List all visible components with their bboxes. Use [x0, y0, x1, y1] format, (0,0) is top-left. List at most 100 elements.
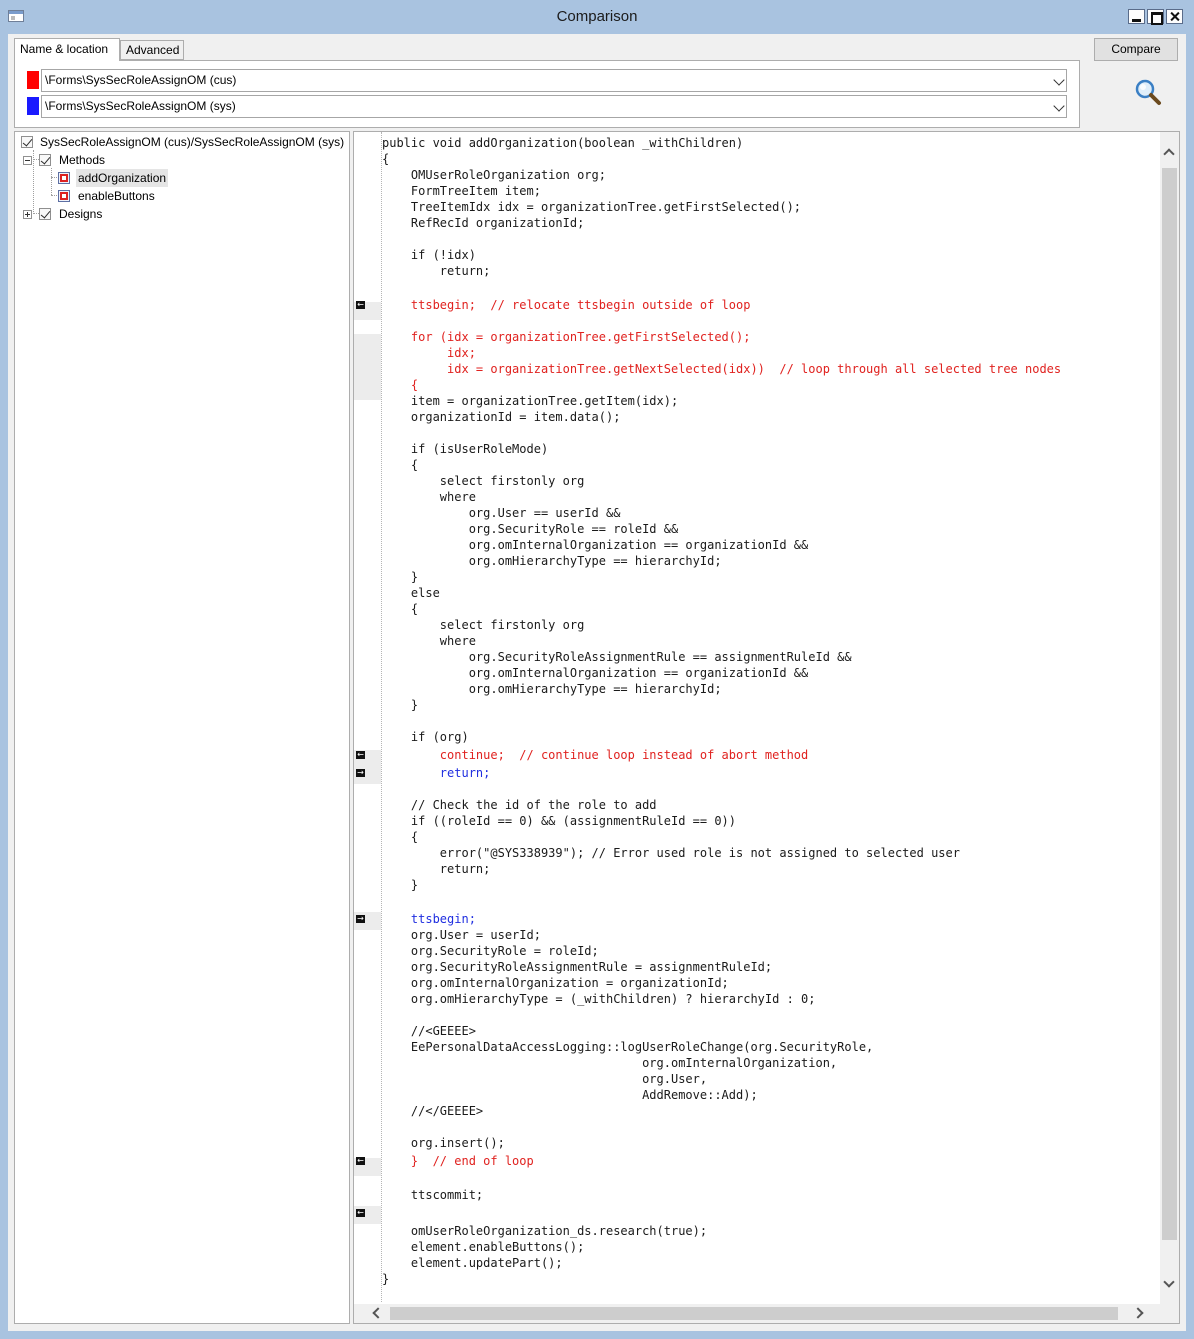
- code-line[interactable]: org.omHierarchyType == hierarchyId;: [382, 681, 722, 697]
- scroll-right-icon[interactable]: [1132, 1307, 1144, 1319]
- code-line[interactable]: {: [382, 601, 418, 617]
- code-line[interactable]: org.omInternalOrganization,: [382, 1055, 837, 1071]
- code-line[interactable]: // Check the id of the role to add: [382, 797, 657, 813]
- minimize-button[interactable]: [1128, 9, 1145, 24]
- code-line[interactable]: org.SecurityRole == roleId &&: [382, 521, 679, 537]
- compare-button[interactable]: Compare: [1094, 38, 1178, 61]
- vertical-scrollbar[interactable]: [1160, 132, 1179, 1304]
- tree-node-designs[interactable]: Designs: [15, 205, 345, 223]
- expand-designs-toggle[interactable]: [23, 210, 32, 219]
- code-line[interactable]: idx;: [382, 345, 476, 361]
- code-line[interactable]: {: [382, 457, 418, 473]
- code-line[interactable]: where: [382, 633, 476, 649]
- code-line[interactable]: ttsbegin;: [382, 911, 476, 927]
- code-line[interactable]: public void addOrganization(boolean _wit…: [382, 135, 743, 151]
- code-line[interactable]: where: [382, 489, 476, 505]
- chevron-down-icon[interactable]: [1053, 100, 1065, 112]
- code-line[interactable]: }: [382, 877, 418, 893]
- methods-checkbox[interactable]: [39, 154, 51, 166]
- horizontal-scrollbar[interactable]: [354, 1304, 1160, 1323]
- code-line[interactable]: org.omInternalOrganization == organizati…: [382, 537, 809, 553]
- tab-name-location[interactable]: Name & location: [14, 38, 120, 61]
- code-line[interactable]: TreeItemIdx idx = organizationTree.getFi…: [382, 199, 801, 215]
- code-line[interactable]: org.omInternalOrganization == organizati…: [382, 665, 809, 681]
- vertical-scroll-thumb[interactable]: [1162, 168, 1177, 1240]
- code-line[interactable]: }: [382, 569, 418, 585]
- tree-node-methods[interactable]: Methods: [15, 151, 345, 169]
- code-line[interactable]: OMUserRoleOrganization org;: [382, 167, 606, 183]
- tree-item-addorganization[interactable]: addOrganization: [15, 169, 345, 187]
- close-button[interactable]: [1166, 9, 1183, 24]
- scroll-up-icon[interactable]: [1163, 148, 1175, 160]
- code-line[interactable]: //<GEEEE>: [382, 1023, 476, 1039]
- designs-checkbox[interactable]: [39, 208, 51, 220]
- code-line[interactable]: ttscommit;: [382, 1187, 483, 1203]
- code-line[interactable]: //</GEEEE>: [382, 1103, 483, 1119]
- code-line[interactable]: return;: [382, 263, 491, 279]
- arrow-left-icon[interactable]: [356, 747, 365, 763]
- code-line[interactable]: {: [382, 377, 418, 393]
- code-line[interactable]: return;: [382, 765, 491, 781]
- code-line[interactable]: } // end of loop: [382, 1153, 534, 1169]
- code-line[interactable]: idx = organizationTree.getNextSelected(i…: [382, 361, 1061, 377]
- root-checkbox[interactable]: [21, 136, 33, 148]
- object-tree[interactable]: SysSecRoleAssignOM (cus)/SysSecRoleAssig…: [14, 131, 350, 1324]
- code-line[interactable]: org.insert();: [382, 1135, 505, 1151]
- code-line[interactable]: org.SecurityRole = roleId;: [382, 943, 599, 959]
- maximize-button[interactable]: [1147, 9, 1164, 25]
- magnifier-icon[interactable]: [1134, 78, 1162, 106]
- tree-root[interactable]: SysSecRoleAssignOM (cus)/SysSecRoleAssig…: [15, 133, 345, 151]
- title-bar[interactable]: Comparison: [0, 0, 1194, 34]
- code-line[interactable]: FormTreeItem item;: [382, 183, 541, 199]
- source-path-select-cus[interactable]: \Forms\SysSecRoleAssignOM (cus): [41, 69, 1067, 92]
- code-line[interactable]: org.User,: [382, 1071, 707, 1087]
- scroll-down-icon[interactable]: [1163, 1276, 1175, 1288]
- tab-advanced[interactable]: Advanced: [120, 40, 184, 60]
- arrow-right-icon[interactable]: [356, 911, 365, 927]
- code-line[interactable]: element.enableButtons();: [382, 1239, 584, 1255]
- code-line[interactable]: ttsbegin; // relocate ttsbegin outside o…: [382, 297, 751, 313]
- code-line[interactable]: }: [382, 697, 418, 713]
- code-compare-view[interactable]: public void addOrganization(boolean _wit…: [353, 131, 1180, 1324]
- code-line[interactable]: else: [382, 585, 440, 601]
- code-line[interactable]: continue; // continue loop instead of ab…: [382, 747, 808, 763]
- code-line[interactable]: error("@SYS338939"); // Error used role …: [382, 845, 960, 861]
- horizontal-scroll-thumb[interactable]: [390, 1307, 1118, 1320]
- code-line[interactable]: RefRecId organizationId;: [382, 215, 584, 231]
- code-line[interactable]: org.omInternalOrganization = organizatio…: [382, 975, 729, 991]
- collapse-methods-toggle[interactable]: [23, 156, 32, 165]
- code-line[interactable]: if (isUserRoleMode): [382, 441, 548, 457]
- code-line[interactable]: org.User = userId;: [382, 927, 541, 943]
- chevron-down-icon[interactable]: [1053, 74, 1065, 86]
- arrow-left-icon[interactable]: [356, 1153, 365, 1169]
- scroll-left-icon[interactable]: [372, 1307, 384, 1319]
- arrow-left-icon[interactable]: [356, 1205, 365, 1221]
- code-line[interactable]: select firstonly org: [382, 473, 585, 489]
- code-line[interactable]: org.User == userId &&: [382, 505, 621, 521]
- code-line[interactable]: {: [382, 151, 389, 167]
- code-line[interactable]: }: [382, 1271, 389, 1287]
- code-line[interactable]: org.omHierarchyType = (_withChildren) ? …: [382, 991, 816, 1007]
- code-line[interactable]: return;: [382, 861, 491, 877]
- code-line[interactable]: org.SecurityRoleAssignmentRule == assign…: [382, 649, 852, 665]
- tree-item-enablebuttons[interactable]: enableButtons: [15, 187, 345, 205]
- code-line[interactable]: EePersonalDataAccessLogging::logUserRole…: [382, 1039, 873, 1055]
- arrow-left-icon[interactable]: [356, 297, 365, 313]
- source-path-select-sys[interactable]: \Forms\SysSecRoleAssignOM (sys): [41, 95, 1067, 118]
- tree-designs-label: Designs: [59, 207, 103, 221]
- name-location-panel: \Forms\SysSecRoleAssignOM (cus) \Forms\S…: [14, 60, 1080, 128]
- code-line[interactable]: org.omHierarchyType == hierarchyId;: [382, 553, 722, 569]
- code-line[interactable]: organizationId = item.data();: [382, 409, 621, 425]
- code-line[interactable]: select firstonly org: [382, 617, 585, 633]
- arrow-right-icon[interactable]: [356, 765, 365, 781]
- code-line[interactable]: AddRemove::Add);: [382, 1087, 758, 1103]
- code-line[interactable]: org.SecurityRoleAssignmentRule = assignm…: [382, 959, 772, 975]
- code-line[interactable]: if (!idx): [382, 247, 476, 263]
- code-line[interactable]: if (org): [382, 729, 469, 745]
- code-line[interactable]: for (idx = organizationTree.getFirstSele…: [382, 329, 751, 345]
- code-line[interactable]: {: [382, 829, 418, 845]
- code-line[interactable]: omUserRoleOrganization_ds.research(true)…: [382, 1223, 707, 1239]
- code-line[interactable]: item = organizationTree.getItem(idx);: [382, 393, 678, 409]
- code-line[interactable]: if ((roleId == 0) && (assignmentRuleId =…: [382, 813, 736, 829]
- code-line[interactable]: element.updatePart();: [382, 1255, 563, 1271]
